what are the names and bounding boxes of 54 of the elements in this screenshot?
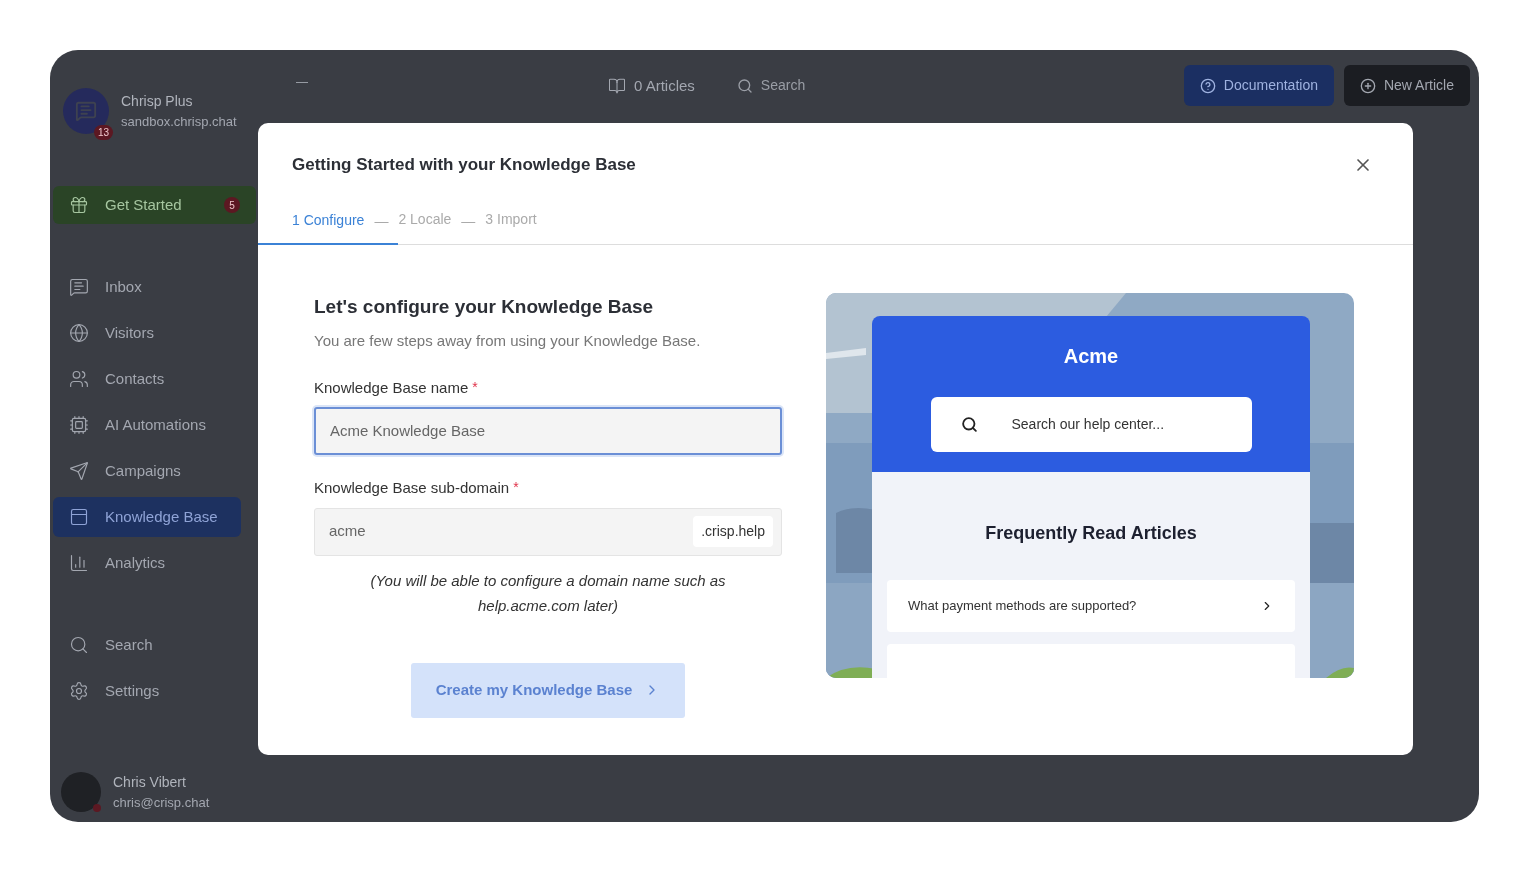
nav-item[interactable]: Inbox — [53, 267, 241, 307]
search-icon — [736, 77, 753, 94]
get-started-button[interactable]: Get Started 5 — [53, 186, 256, 224]
required-mark: * — [513, 478, 519, 497]
step-tab[interactable]: 3 Import — [485, 208, 537, 244]
dash: — — [296, 74, 308, 91]
preview-title: Acme — [1063, 343, 1119, 369]
domain-suffix: .crisp.help — [693, 516, 773, 547]
plus-icon — [1359, 77, 1376, 94]
domain-note: (You will be able to configure a domain name such as help.acme.com later) — [369, 570, 727, 616]
nav-item[interactable]: Search — [53, 625, 241, 665]
text-field[interactable]: Acme Knowledge Base — [314, 407, 782, 455]
required-mark: * — [472, 377, 478, 397]
search-icon — [69, 635, 89, 655]
settings-icon — [69, 681, 89, 701]
field-label: Knowledge Base name — [314, 377, 469, 398]
nav-item[interactable]: Campaigns — [53, 451, 241, 491]
nav-item[interactable]: Settings — [53, 671, 241, 711]
send-icon — [69, 461, 89, 481]
chip-icon — [69, 415, 89, 435]
globe-icon — [69, 323, 89, 343]
people-icon — [69, 369, 89, 389]
notification-badge: 13 — [93, 125, 113, 140]
search-field[interactable]: Search — [736, 75, 806, 96]
new-article-button[interactable]: New Article — [1343, 65, 1470, 106]
nav-item[interactable]: Contacts — [53, 359, 241, 399]
field-label: Knowledge Base sub-domain — [314, 478, 510, 498]
section-heading: Let's configure your Knowledge Base — [314, 294, 655, 319]
text-field[interactable]: acme .crisp.help — [314, 507, 782, 556]
step-tab[interactable]: 2 Locale — [398, 208, 452, 244]
nav-item[interactable]: Analytics — [53, 543, 241, 583]
article-card: What payment methods are supported? — [887, 579, 1295, 632]
step-separator: — — [461, 211, 476, 231]
preview-section-title: Frequently Read Articles — [985, 521, 1197, 545]
chat-icon — [69, 277, 89, 297]
chat-bubble-icon — [75, 100, 97, 122]
section-subtitle: You are few steps away from using your Knowledge Base. — [314, 331, 702, 351]
count-badge: 5 — [224, 197, 240, 213]
nav-item[interactable]: AI Automations — [53, 405, 241, 445]
step-separator: — — [374, 211, 389, 231]
gift-icon — [69, 195, 89, 215]
documentation-button[interactable]: Documentation — [1183, 65, 1334, 106]
nav-item[interactable]: Visitors — [53, 313, 241, 353]
workspace-domain: sandbox.chrisp.chat — [121, 112, 237, 131]
chart-icon — [69, 553, 89, 573]
user-name: Chris Vibert — [113, 772, 187, 792]
modal-title: Getting Started with your Knowledge Base — [292, 154, 636, 176]
search-icon — [960, 415, 978, 433]
user-avatar — [61, 771, 101, 812]
articles-count: 0 Articles — [634, 76, 695, 96]
help-icon — [1199, 77, 1216, 94]
workspace-name: Chrisp Plus — [121, 91, 194, 111]
nav-item[interactable]: Knowledge Base — [53, 497, 241, 537]
user-email: chris@crisp.chat — [113, 793, 210, 812]
